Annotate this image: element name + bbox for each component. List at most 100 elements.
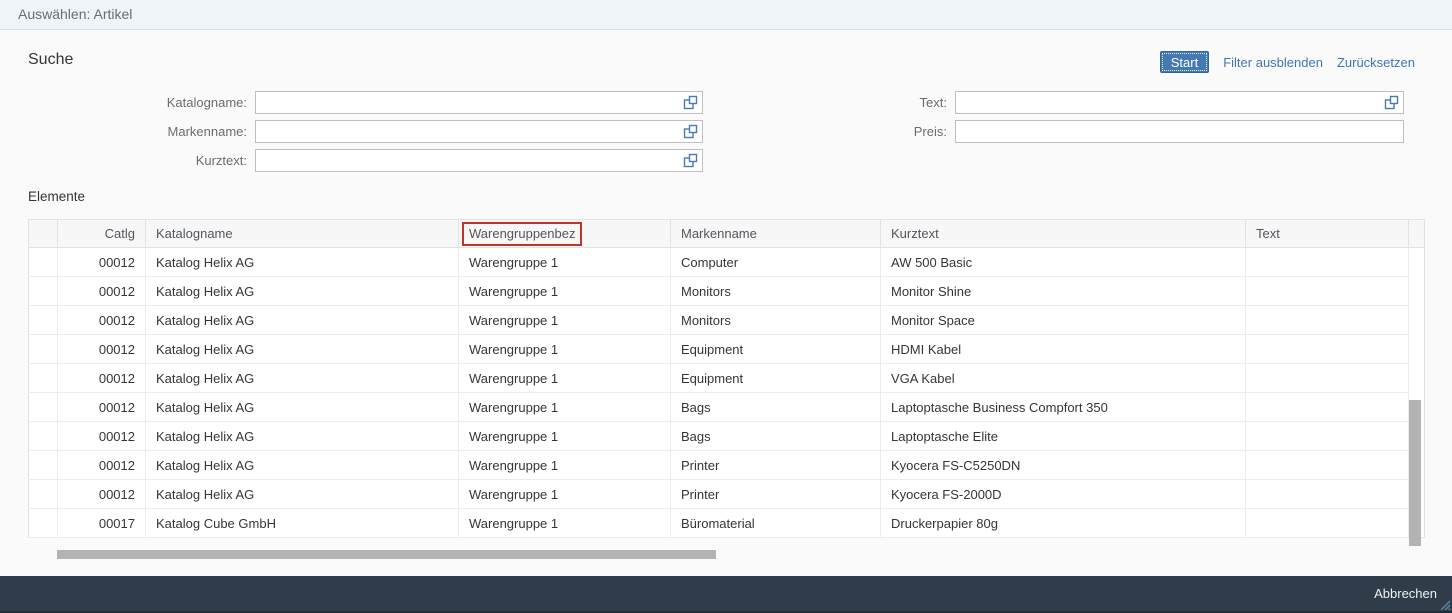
cell-warengruppenbez: Warengruppe 1: [459, 306, 671, 335]
cell-kurztext: Monitor Space: [881, 306, 1246, 335]
cell-markenname: Equipment: [671, 364, 881, 393]
search-actions-toolbar: Start Filter ausblenden Zurücksetzen: [1160, 50, 1415, 74]
cell-catlg: 00012: [58, 364, 146, 393]
table-body: 00012 Katalog Helix AG Warengruppe 1 Com…: [29, 248, 1425, 538]
cell-catlg: 00012: [58, 335, 146, 364]
start-button[interactable]: Start: [1160, 51, 1209, 73]
cell-kurztext: AW 500 Basic: [881, 248, 1246, 277]
value-help-icon[interactable]: [683, 95, 698, 110]
cell-select: [29, 393, 58, 422]
table-row[interactable]: 00012 Katalog Helix AG Warengruppe 1 Pri…: [29, 451, 1425, 480]
text-input[interactable]: [955, 91, 1404, 114]
cell-katalogname: Katalog Helix AG: [146, 480, 459, 509]
cell-warengruppenbez: Warengruppe 1: [459, 509, 671, 538]
kurztext-label: Kurztext:: [28, 153, 255, 168]
resize-grip-icon[interactable]: [1438, 598, 1450, 610]
filter-row-katalogname: Katalogname:: [28, 91, 703, 114]
cell-katalogname: Katalog Helix AG: [146, 277, 459, 306]
cell-markenname: Printer: [671, 480, 881, 509]
cell-select: [29, 335, 58, 364]
cell-markenname: Bags: [671, 393, 881, 422]
elements-heading: Elemente: [28, 189, 85, 204]
cell-kurztext: Kyocera FS-C5250DN: [881, 451, 1246, 480]
cell-katalogname: Katalog Helix AG: [146, 248, 459, 277]
preis-label: Preis:: [728, 124, 955, 139]
table-row[interactable]: 00012 Katalog Helix AG Warengruppe 1 Mon…: [29, 306, 1425, 335]
column-header-katalogname[interactable]: Katalogname: [146, 220, 459, 248]
table-row[interactable]: 00012 Katalog Helix AG Warengruppe 1 Mon…: [29, 277, 1425, 306]
filter-row-preis: Preis:: [728, 120, 1404, 143]
preis-input[interactable]: [955, 120, 1404, 143]
cell-text: [1246, 393, 1409, 422]
cell-warengruppenbez: Warengruppe 1: [459, 393, 671, 422]
cell-warengruppenbez: Warengruppe 1: [459, 480, 671, 509]
cell-kurztext: VGA Kabel: [881, 364, 1246, 393]
kurztext-input[interactable]: [255, 149, 703, 172]
cancel-button[interactable]: Abbrechen: [1374, 576, 1437, 611]
cell-catlg: 00017: [58, 509, 146, 538]
column-header-warengruppenbez[interactable]: Warengruppenbez: [459, 220, 671, 248]
cell-kurztext: Monitor Shine: [881, 277, 1246, 306]
column-header-catlg[interactable]: Catlg: [58, 220, 146, 248]
cell-markenname: Büromaterial: [671, 509, 881, 538]
cell-select: [29, 248, 58, 277]
hide-filters-link[interactable]: Filter ausblenden: [1223, 55, 1323, 70]
dialog-title-bar: Auswählen: Artikel: [0, 0, 1452, 30]
dialog-footer: Abbrechen: [0, 576, 1452, 613]
vertical-scrollbar-thumb[interactable]: [1409, 400, 1421, 546]
table-header-row: Catlg Katalogname Warengruppenbez Marken…: [29, 220, 1425, 248]
cell-warengruppenbez: Warengruppe 1: [459, 277, 671, 306]
table-row[interactable]: 00012 Katalog Helix AG Warengruppe 1 Bag…: [29, 393, 1425, 422]
cell-text: [1246, 335, 1409, 364]
table-row[interactable]: 00012 Katalog Helix AG Warengruppe 1 Pri…: [29, 480, 1425, 509]
cell-markenname: Computer: [671, 248, 881, 277]
cell-warengruppenbez: Warengruppe 1: [459, 335, 671, 364]
katalogname-input[interactable]: [255, 91, 703, 114]
cell-select: [29, 422, 58, 451]
cell-katalogname: Katalog Cube GmbH: [146, 509, 459, 538]
table-row[interactable]: 00012 Katalog Helix AG Warengruppe 1 Equ…: [29, 335, 1425, 364]
cell-catlg: 00012: [58, 451, 146, 480]
column-header-markenname[interactable]: Markenname: [671, 220, 881, 248]
cell-warengruppenbez: Warengruppe 1: [459, 364, 671, 393]
table-row[interactable]: 00012 Katalog Helix AG Warengruppe 1 Com…: [29, 248, 1425, 277]
katalogname-label: Katalogname:: [28, 95, 255, 110]
cell-text: [1246, 364, 1409, 393]
cell-scroll: [1409, 364, 1425, 393]
filter-row-markenname: Markenname:: [28, 120, 703, 143]
table-row[interactable]: 00012 Katalog Helix AG Warengruppe 1 Equ…: [29, 364, 1425, 393]
cell-scroll: [1409, 248, 1425, 277]
value-help-icon[interactable]: [683, 124, 698, 139]
reset-link[interactable]: Zurücksetzen: [1337, 55, 1415, 70]
cell-warengruppenbez: Warengruppe 1: [459, 248, 671, 277]
table-row[interactable]: 00012 Katalog Helix AG Warengruppe 1 Bag…: [29, 422, 1425, 451]
cell-select: [29, 364, 58, 393]
value-help-icon[interactable]: [683, 153, 698, 168]
cell-catlg: 00012: [58, 306, 146, 335]
cell-markenname: Bags: [671, 422, 881, 451]
cell-text: [1246, 248, 1409, 277]
value-help-icon[interactable]: [1384, 95, 1399, 110]
cell-select: [29, 509, 58, 538]
cell-text: [1246, 277, 1409, 306]
cell-text: [1246, 306, 1409, 335]
filter-row-kurztext: Kurztext:: [28, 149, 703, 172]
cell-katalogname: Katalog Helix AG: [146, 364, 459, 393]
cell-katalogname: Katalog Helix AG: [146, 306, 459, 335]
cell-katalogname: Katalog Helix AG: [146, 451, 459, 480]
horizontal-scrollbar-thumb[interactable]: [57, 550, 716, 559]
cell-select: [29, 277, 58, 306]
cell-warengruppenbez: Warengruppe 1: [459, 451, 671, 480]
column-header-kurztext[interactable]: Kurztext: [881, 220, 1246, 248]
cell-text: [1246, 480, 1409, 509]
cell-catlg: 00012: [58, 277, 146, 306]
cell-scroll: [1409, 277, 1425, 306]
items-table: Catlg Katalogname Warengruppenbez Marken…: [28, 219, 1424, 538]
cell-select: [29, 306, 58, 335]
markenname-input[interactable]: [255, 120, 703, 143]
table-row[interactable]: 00017 Katalog Cube GmbH Warengruppe 1 Bü…: [29, 509, 1425, 538]
cell-scroll: [1409, 306, 1425, 335]
column-header-select[interactable]: [29, 220, 58, 248]
column-header-text[interactable]: Text: [1246, 220, 1409, 248]
markenname-label: Markenname:: [28, 124, 255, 139]
